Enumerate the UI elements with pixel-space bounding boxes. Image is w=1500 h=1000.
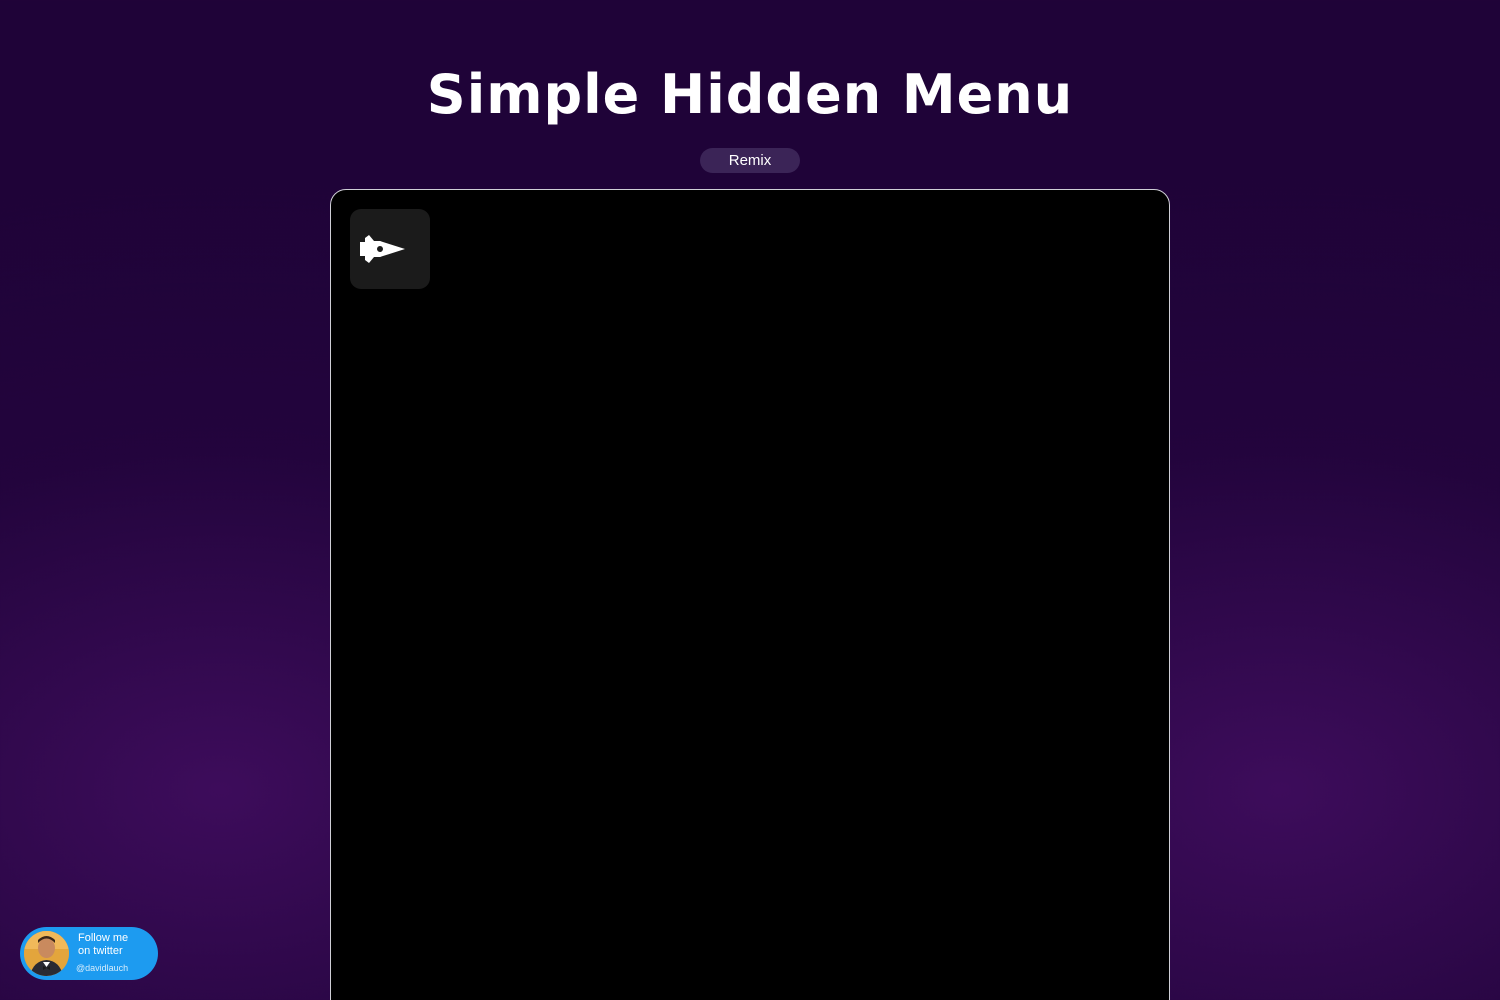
demo-frame [330, 189, 1170, 1000]
menu-toggle-button[interactable] [350, 209, 430, 289]
follow-label: Follow me on twitter [78, 932, 129, 957]
twitter-handle: @davidlauch [76, 963, 129, 973]
remix-button[interactable]: Remix [700, 148, 800, 173]
twitter-follow-badge[interactable]: Follow me on twitter @davidlauch [20, 927, 158, 980]
page-title: Simple Hidden Menu [426, 63, 1074, 126]
avatar [24, 931, 69, 976]
